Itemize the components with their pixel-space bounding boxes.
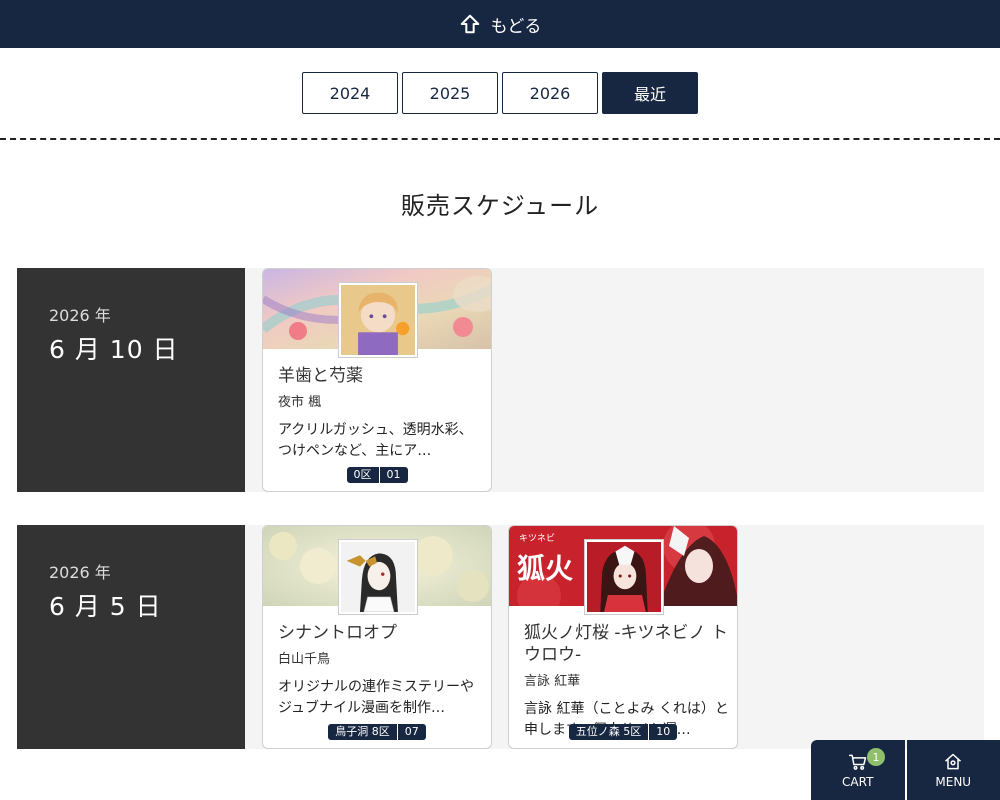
card-author: 夜市 楓 xyxy=(278,395,322,410)
year-tab-2024[interactable]: 2024 xyxy=(302,72,398,114)
card-title: 狐火ノ灯桜 -キツネビノ トウロウ- xyxy=(524,623,728,665)
location-area: 0区 xyxy=(353,468,372,481)
schedule-day: 2026 年 6 月 5 日 シナントロオプ 白山千鳥 オリジナルの連作ミステリ… xyxy=(17,525,984,749)
date-year: 2026 年 xyxy=(49,563,111,582)
card-author: 言詠 紅華 xyxy=(524,674,581,689)
date-panel: 2026 年 6 月 5 日 xyxy=(17,525,245,749)
circle-card[interactable]: キツネビ 狐火 狐火ノ灯桜 -キツネビノ トウロウ- 言詠 紅華 言詠 紅華（こ… xyxy=(508,525,738,749)
cart-count-badge: 1 xyxy=(867,748,885,766)
arrow-up-icon xyxy=(460,14,479,34)
banner-logo-text: 狐火 xyxy=(517,552,573,585)
year-tab-recent[interactable]: 最近 xyxy=(602,72,698,114)
circle-avatar xyxy=(585,540,663,614)
date-panel: 2026 年 6 月 10 日 xyxy=(17,268,245,492)
circle-card[interactable]: 羊歯と芍薬 夜市 楓 アクリルガッシュ、透明水彩、つけペンなど、主にア… 0区 … xyxy=(262,268,492,492)
card-text: 羊歯と芍薬 夜市 楓 アクリルガッシュ、透明水彩、つけペンなど、主にア… xyxy=(278,365,483,462)
circle-avatar xyxy=(339,540,417,614)
card-description: オリジナルの連作ミステリーやジュブナイル漫画を制作… xyxy=(278,679,474,716)
location-booth: 01 xyxy=(378,467,408,483)
card-location: 鳥子洞 8区 07 xyxy=(263,724,491,740)
location-booth: 07 xyxy=(396,724,426,740)
circle-avatar xyxy=(339,283,417,357)
back-bar[interactable]: もどる xyxy=(0,0,1000,48)
schedule-day: 2026 年 6 月 10 日 羊歯と芍薬 夜市 楓 アクリルガッシュ、透明水彩… xyxy=(17,268,984,492)
year-tab-2025[interactable]: 2025 xyxy=(402,72,498,114)
card-title: シナントロオプ xyxy=(278,623,397,643)
circle-card[interactable]: シナントロオプ 白山千鳥 オリジナルの連作ミステリーやジュブナイル漫画を制作… … xyxy=(262,525,492,749)
card-location: 五位ノ森 5区 10 xyxy=(509,724,737,740)
card-description: アクリルガッシュ、透明水彩、つけペンなど、主にア… xyxy=(278,422,473,459)
dashed-divider xyxy=(0,138,1000,140)
cart-button[interactable]: CART 1 xyxy=(811,740,905,800)
bottom-nav: CART 1 MENU xyxy=(811,740,1000,800)
card-location: 0区 01 xyxy=(263,467,491,483)
location-area: 鳥子洞 8区 xyxy=(335,725,390,738)
back-label: もどる xyxy=(490,16,542,37)
date-year: 2026 年 xyxy=(49,306,111,325)
card-author: 白山千鳥 xyxy=(278,652,331,667)
home-icon xyxy=(945,753,962,769)
cart-icon xyxy=(848,754,866,770)
location-badge: 鳥子洞 8区 07 xyxy=(328,724,426,740)
location-booth: 10 xyxy=(648,724,677,740)
page-title: 販売スケジュール xyxy=(400,192,600,220)
year-tabs: 2024 2025 2026 最近 xyxy=(0,72,1000,114)
date-month-day: 6 月 10 日 xyxy=(49,335,179,364)
cart-label: CART xyxy=(842,774,874,789)
year-tab-2026[interactable]: 2026 xyxy=(502,72,598,114)
location-badge: 0区 01 xyxy=(346,467,408,483)
menu-label: MENU xyxy=(935,774,972,789)
card-title: 羊歯と芍薬 xyxy=(278,366,363,386)
banner-kana: キツネビ xyxy=(519,533,555,544)
menu-button[interactable]: MENU xyxy=(906,740,1000,800)
card-text: シナントロオプ 白山千鳥 オリジナルの連作ミステリーやジュブナイル漫画を制作… xyxy=(278,622,483,719)
location-badge: 五位ノ森 5区 10 xyxy=(568,724,678,740)
location-area: 五位ノ森 5区 xyxy=(575,725,642,738)
date-month-day: 6 月 5 日 xyxy=(49,592,162,621)
